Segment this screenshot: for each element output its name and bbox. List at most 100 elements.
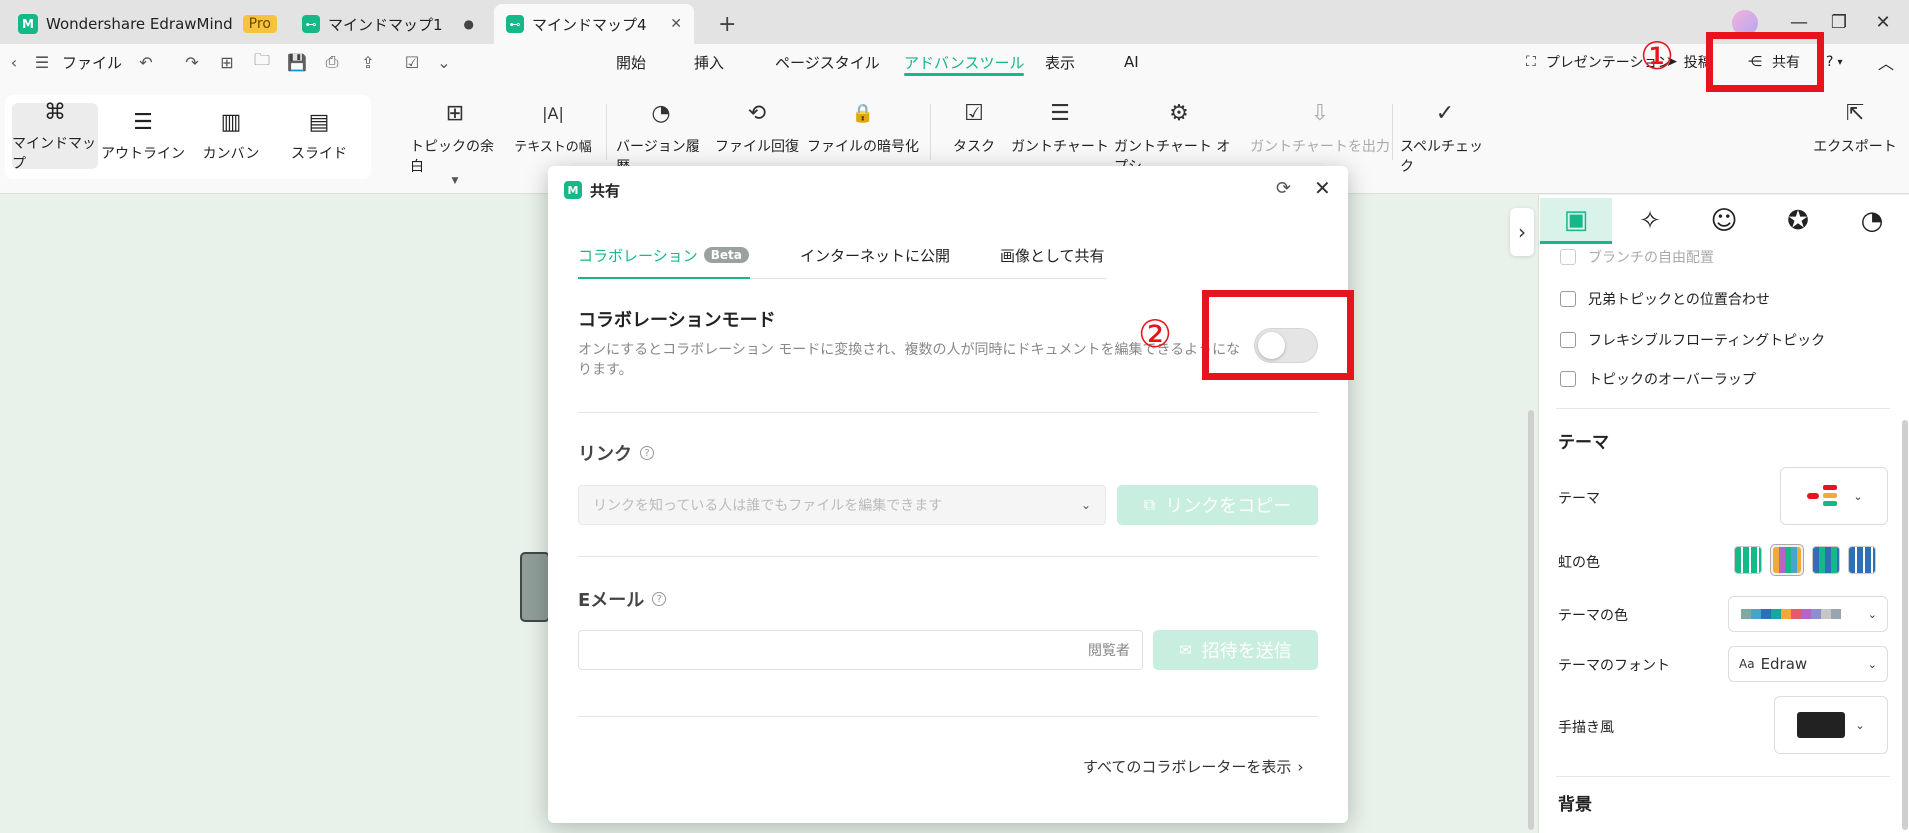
app-tab[interactable]: M Wondershare EdrawMind Pro [6, 4, 289, 44]
checkbox-sibling-align[interactable]: 兄弟トピックとの位置合わせ [1560, 288, 1770, 310]
checklist-icon[interactable]: ☑ [400, 50, 424, 74]
file-encrypt-button[interactable]: 🔒 ファイルの暗号化 [806, 100, 920, 166]
tab-view[interactable]: 表示 [1045, 44, 1075, 80]
panel-scrollbar[interactable] [1902, 420, 1908, 830]
task-button[interactable]: ☑ タスク [944, 100, 1004, 166]
mindmap-file-icon: ⊷ [506, 15, 524, 33]
handdrawn-picker[interactable]: ⌄ [1774, 696, 1888, 754]
new-tab-button[interactable]: + [706, 4, 748, 44]
tab-mindmap1[interactable]: ⊷ マインドマップ1 ● [290, 4, 486, 44]
file-recovery-icon: ⟲ [747, 101, 767, 126]
export-dropdown-icon[interactable]: ⇪ [356, 50, 380, 74]
open-folder-icon[interactable]: 🗀 [250, 50, 274, 74]
tab-mindmap4[interactable]: ⊷ マインドマップ4 ✕ [494, 4, 694, 44]
back-icon[interactable]: ‹ [2, 50, 26, 74]
theme-color-swatch [1741, 609, 1751, 619]
view-label: スライド [291, 145, 347, 162]
font-icon: Aa [1739, 657, 1755, 671]
rainbow-option-3[interactable] [1812, 546, 1840, 574]
redo-icon[interactable]: ↷ [180, 50, 204, 74]
undo-icon[interactable]: ↶ [134, 50, 158, 74]
chevron-down-icon: ⌄ [1853, 489, 1863, 503]
theme-color-swatch [1781, 609, 1791, 619]
tab-label: マインドマップ1 [328, 15, 443, 34]
view-mindmap[interactable]: ⌘ マインドマップ [12, 100, 98, 172]
link-permission-value: リンクを知っている人は誰でもファイルを編集できます [593, 498, 943, 514]
kanban-icon: ▥ [220, 109, 242, 135]
outline-icon: ☰ [133, 109, 153, 135]
tool-label: エクスポート [1813, 139, 1897, 155]
mindmap-topic-node[interactable] [520, 552, 550, 622]
tab-insert[interactable]: 挿入 [694, 44, 724, 80]
ribbon-divider [606, 104, 607, 160]
help-button[interactable]: ? ▾ [1826, 44, 1842, 80]
view-slide[interactable]: ▤ スライド [276, 103, 362, 169]
new-file-icon[interactable]: ⊞ [215, 50, 239, 74]
link-label: リンク [578, 444, 632, 465]
export-button[interactable]: ⇱ エクスポート [1810, 100, 1900, 166]
copy-link-label: リンクをコピー [1165, 496, 1292, 517]
checkbox-topic-overlap[interactable]: トピックのオーバーラップ [1560, 368, 1756, 390]
spellcheck-button[interactable]: ✓ スペルチェック [1400, 100, 1490, 175]
refresh-icon[interactable]: ⟳ [1276, 178, 1291, 199]
close-tab-icon[interactable]: ✕ [670, 16, 682, 32]
checkbox-flexible-floating[interactable]: フレキシブルフローティングトピック [1560, 329, 1825, 351]
gantt-export-button: ⇩ ガントチャートを出力 [1250, 100, 1390, 166]
tab-share-image[interactable]: 画像として共有 [1000, 240, 1105, 270]
show-all-label: すべてのコラボレーターを表示 [1083, 758, 1292, 776]
tab-ai[interactable]: AI [1124, 44, 1139, 80]
theme-picker[interactable]: ⌄ [1780, 467, 1888, 525]
view-kanban[interactable]: ▥ カンバン [188, 103, 274, 169]
close-window-button[interactable]: ✕ [1860, 0, 1906, 44]
email-input[interactable] [591, 642, 1088, 658]
task-icon: ☑ [964, 101, 984, 126]
gantt-chart-button[interactable]: ☰ ガントチャート [1010, 100, 1110, 166]
theme-font-label: テーマのフォント [1558, 658, 1670, 674]
canvas-scrollbar[interactable] [1528, 410, 1534, 830]
role-select[interactable]: 閲覧者 [1088, 640, 1130, 660]
tab-start[interactable]: 開始 [616, 44, 646, 80]
tool-label: ガントチャートを出力 [1250, 139, 1390, 155]
tab-advanced-tools[interactable]: アドバンスツール [904, 44, 1025, 80]
copy-link-button[interactable]: ⧉ リンクをコピー [1117, 485, 1318, 525]
send-invite-button[interactable]: ✉ 招待を送信 [1153, 630, 1318, 670]
theme-color-swatch [1831, 609, 1841, 619]
text-width-button[interactable]: |A| テキストの幅 [508, 100, 598, 166]
file-menu[interactable]: ファイル [62, 44, 122, 80]
save-icon[interactable]: 💾 [285, 50, 309, 74]
more-dropdown-icon[interactable]: ⌄ [432, 50, 456, 74]
version-history-button[interactable]: ◔ バージョン履歴 [616, 100, 706, 175]
theme-color-swatches [1741, 609, 1841, 619]
tab-collaboration[interactable]: コラボレーション Beta [578, 240, 749, 270]
link-permission-select[interactable]: リンクを知っている人は誰でもファイルを編集できます ⌄ [578, 485, 1106, 525]
panel-tab-badge[interactable]: ✪ [1762, 198, 1834, 244]
collapse-ribbon-icon[interactable]: ︿ [1878, 44, 1894, 80]
dialog-title: M 共有 [564, 178, 620, 202]
panel-tab-style[interactable]: ▣ [1540, 198, 1612, 244]
panel-tab-emoji[interactable]: ☺ [1688, 198, 1760, 244]
gantt-options-button[interactable]: ⚙ ガントチャート オプシ... [1114, 100, 1244, 175]
rainbow-option-4[interactable] [1848, 546, 1876, 574]
theme-font-select[interactable]: Aa Edraw ⌄ [1728, 646, 1888, 682]
close-dialog-icon[interactable]: ✕ [1314, 176, 1331, 200]
file-recovery-button[interactable]: ⟲ ファイル回復 [712, 100, 802, 166]
checkbox-free-branch[interactable]: ブランチの自由配置 [1560, 246, 1714, 268]
hamburger-menu-icon[interactable]: ☰ [30, 50, 54, 74]
copy-icon: ⧉ [1143, 495, 1156, 514]
panel-tab-history[interactable]: ◔ [1836, 198, 1908, 244]
topic-spacing-button[interactable]: ⊞ トピックの余白 ▼ [410, 100, 500, 186]
help-icon[interactable]: ? [640, 446, 654, 460]
print-icon[interactable]: ⎙ [320, 50, 344, 74]
tab-publish-web[interactable]: インターネットに公開 [800, 240, 950, 270]
theme-color-picker[interactable]: ⌄ [1728, 596, 1888, 632]
tab-page-style[interactable]: ページスタイル [775, 44, 880, 80]
rainbow-option-1[interactable] [1734, 546, 1762, 574]
help-icon[interactable]: ? [652, 592, 667, 606]
show-all-collaborators-link[interactable]: すべてのコラボレーターを表示 › [1083, 756, 1303, 777]
panel-toggle-chevron-icon[interactable]: › [1510, 208, 1534, 256]
panel-tab-ai[interactable]: ✧ [1614, 198, 1686, 244]
rainbow-option-2-selected[interactable] [1770, 544, 1804, 576]
view-outline[interactable]: ☰ アウトライン [100, 103, 186, 169]
ribbon-divider [930, 104, 931, 160]
app-name: Wondershare EdrawMind [46, 15, 233, 33]
